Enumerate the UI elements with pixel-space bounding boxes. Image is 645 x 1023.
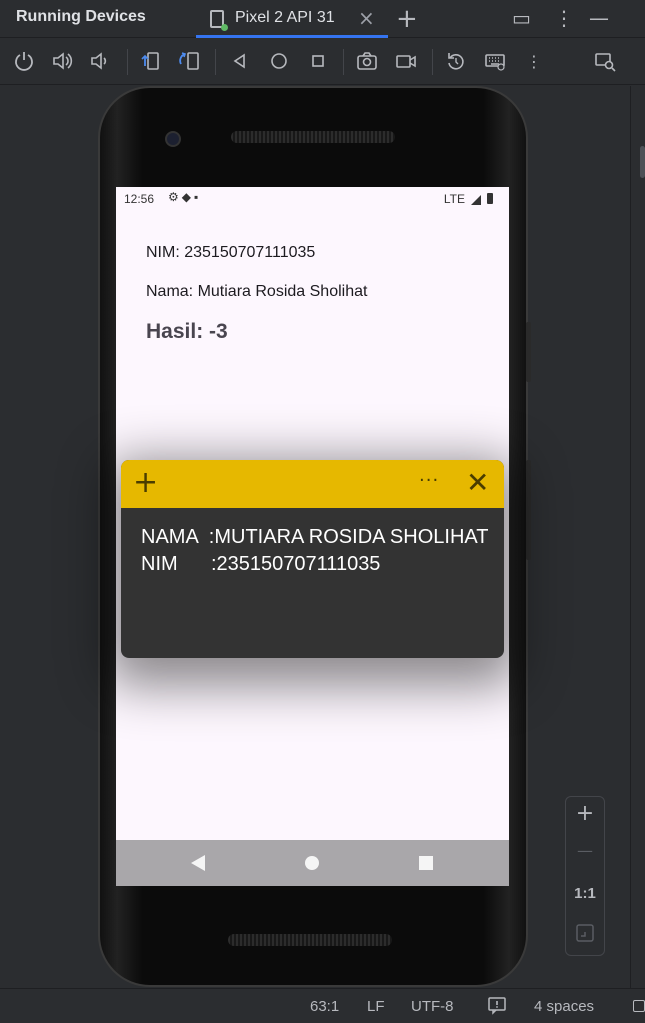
zoom-actual-size-button[interactable]: 1:1: [566, 885, 604, 902]
tab-pixel-2-api-31[interactable]: Pixel 2 API 31 ×: [196, 0, 388, 38]
add-tab-button[interactable]: +: [396, 4, 418, 34]
rotate-left-icon[interactable]: [138, 50, 162, 74]
top-speaker-grille: [231, 131, 395, 143]
reset-icon[interactable]: [444, 50, 468, 74]
rotate-right-icon[interactable]: [177, 50, 201, 74]
tab-label: Pixel 2 API 31: [235, 9, 335, 26]
power-icon[interactable]: [12, 50, 36, 74]
toolbar-separator: [215, 49, 216, 75]
android-status-bar: 12:56 ⚙◆▪ LTE: [116, 187, 509, 211]
lock-icon[interactable]: [633, 1000, 645, 1012]
power-button: [526, 322, 531, 382]
signal-icon: [471, 195, 481, 205]
close-icon[interactable]: ✕: [466, 466, 489, 500]
zoom-in-button[interactable]: +: [566, 801, 604, 826]
more-horizontal-icon[interactable]: ···: [419, 470, 439, 491]
notifications-icon[interactable]: [487, 995, 507, 1019]
title-bar: Running Devices Pixel 2 API 31 × + ▭ ⋮ —: [0, 0, 645, 38]
toolbar-separator: [432, 49, 433, 75]
more-options-icon[interactable]: ⋮: [554, 6, 574, 30]
file-encoding[interactable]: UTF-8: [411, 998, 454, 1015]
add-note-icon[interactable]: +: [133, 466, 158, 500]
volume-button: [526, 460, 531, 560]
close-tab-icon[interactable]: ×: [358, 6, 375, 30]
device-toolbar: ⋮: [0, 39, 645, 85]
more-vertical-icon[interactable]: ⋮: [522, 50, 546, 74]
bottom-speaker-grille: [228, 934, 392, 946]
nim-text: NIM: 235150707111035: [146, 244, 316, 261]
zoom-out-button[interactable]: —: [566, 841, 604, 860]
home-icon[interactable]: [267, 50, 291, 74]
layout-icon[interactable]: ▭: [512, 6, 531, 30]
device-manager-icon[interactable]: [593, 50, 617, 74]
volume-down-icon[interactable]: [88, 50, 112, 74]
toolbar-separator: [127, 49, 128, 75]
tool-window-title: Running Devices: [16, 8, 146, 25]
sticky-note-text[interactable]: NAMA :MUTIARA ROSIDA SHOLIHAT NIM :23515…: [141, 524, 488, 578]
notification-icons: ⚙◆▪: [168, 190, 202, 204]
zoom-controls: + — 1:1: [565, 796, 605, 956]
volume-up-icon[interactable]: [50, 50, 74, 74]
network-type: LTE: [443, 192, 465, 206]
front-camera: [165, 131, 181, 147]
scrollbar-thumb[interactable]: [640, 146, 645, 178]
overview-icon[interactable]: [306, 50, 330, 74]
toolbar-separator: [343, 49, 344, 75]
back-icon[interactable]: [228, 50, 252, 74]
zoom-fit-icon[interactable]: [566, 923, 604, 949]
status-time: 12:56: [124, 192, 155, 206]
device-icon: [210, 10, 228, 31]
hasil-text: Hasil: -3: [146, 320, 228, 343]
nav-back-icon[interactable]: [191, 855, 205, 871]
sticky-note[interactable]: + ··· ✕ NAMA :MUTIARA ROSIDA SHOLIHAT NI…: [121, 460, 504, 658]
caret-position[interactable]: 63:1: [310, 998, 339, 1015]
right-tool-strip: [630, 86, 645, 988]
minimize-icon[interactable]: —: [589, 6, 609, 30]
indent-setting[interactable]: 4 spaces: [534, 998, 594, 1015]
battery-icon: [487, 193, 493, 204]
nav-recents-icon[interactable]: [419, 856, 433, 870]
line-separator[interactable]: LF: [367, 998, 385, 1015]
screen-record-icon[interactable]: [394, 50, 418, 74]
keyboard-icon[interactable]: [483, 50, 507, 74]
nav-home-icon[interactable]: [305, 856, 319, 870]
ide-status-bar: 63:1 LF UTF-8 4 spaces: [0, 988, 645, 1023]
screenshot-icon[interactable]: [355, 50, 379, 74]
nama-text: Nama: Mutiara Rosida Sholihat: [146, 283, 368, 300]
sticky-note-header[interactable]: + ··· ✕: [121, 460, 504, 508]
android-nav-bar: [116, 840, 509, 886]
